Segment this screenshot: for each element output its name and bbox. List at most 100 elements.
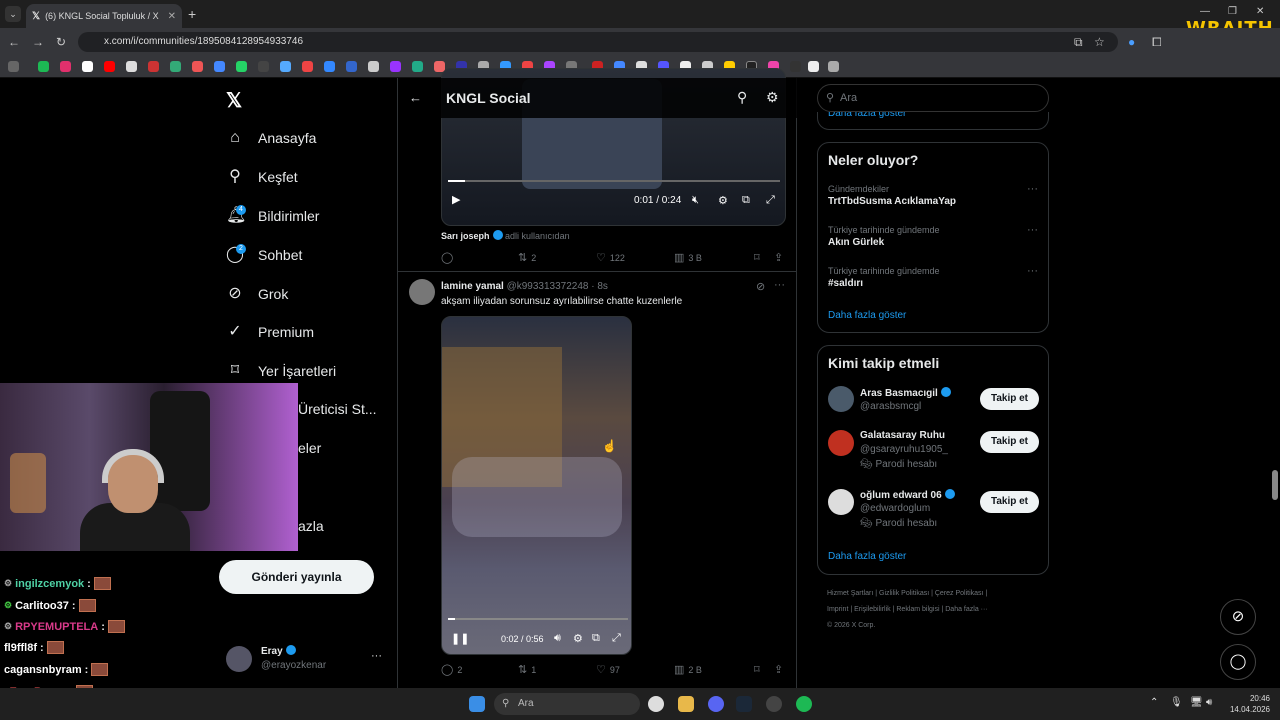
views-button[interactable]: ▥ 3 B [674, 251, 702, 264]
bookmark-post-button[interactable]: ⌑ [754, 663, 760, 676]
footer-line[interactable]: Hizmet Şartları | Gizlilik Politikası | … [827, 586, 1047, 602]
grok-icon[interactable]: ⊘ [756, 280, 765, 293]
nav-item-grok[interactable]: ⊘ Grok [226, 285, 288, 303]
browser-tab[interactable]: 𝕏 (6) KNGL Social Topluluk / X ✕ [26, 4, 182, 28]
post-button[interactable]: Gönderi yayınla [219, 560, 374, 594]
bookmark-icon-3[interactable] [82, 61, 93, 72]
suggested-user-name[interactable]: Galatasaray Ruhu [860, 430, 945, 441]
video-progress-bar[interactable] [448, 618, 628, 620]
bookmark-icon-7[interactable] [170, 61, 181, 72]
bookmark-icon-11[interactable] [258, 61, 269, 72]
more-icon[interactable]: ··· [774, 279, 785, 291]
video-player[interactable]: ☝ ❚❚ 0:02 / 0:56 🔊︎ ⚙ ⧉ ⤢ [441, 316, 632, 655]
bookmark-icon-9[interactable] [214, 61, 225, 72]
install-app-icon[interactable]: ⧉ [1074, 35, 1083, 50]
follow-button[interactable]: Takip et [980, 388, 1039, 410]
bookmark-star-icon[interactable]: ☆ [1094, 35, 1105, 49]
repost-button[interactable]: ⇅ 2 [518, 251, 536, 264]
repost-button[interactable]: ⇅ 1 [518, 663, 536, 676]
microphone-icon[interactable]: 🎙︎ [1170, 697, 1183, 708]
share-button[interactable]: ⇪ [774, 251, 783, 264]
nav-item-home[interactable]: ⌂ Anasayfa [226, 129, 316, 147]
bookmark-icon-12[interactable] [280, 61, 291, 72]
like-button[interactable]: ♡ 97 [596, 663, 620, 676]
bookmark-icon-37[interactable] [828, 61, 839, 72]
apps-grid-icon[interactable] [8, 61, 19, 72]
views-button[interactable]: ▥ 2 B [674, 663, 702, 676]
tray-chevron-icon[interactable]: ⌃ [1150, 697, 1158, 708]
gear-icon[interactable]: ⚙ [766, 89, 779, 106]
nav-item-creator-studio[interactable]: Üreticisi St... [298, 401, 377, 417]
url-field[interactable]: x.com/i/communities/1895084128954933746 [78, 32, 1118, 52]
discord-icon[interactable] [708, 696, 724, 712]
bookmark-icon-10[interactable] [236, 61, 247, 72]
bookmark-icon-13[interactable] [302, 61, 313, 72]
show-more-link[interactable]: Daha fazla göster [828, 310, 906, 321]
bookmark-post-button[interactable]: ⌑ [754, 251, 760, 264]
trend-name[interactable]: #saldırı [828, 278, 863, 289]
bookmark-icon-4[interactable] [104, 61, 115, 72]
share-button[interactable]: ⇪ [774, 663, 783, 676]
close-window-icon[interactable]: ✕ [1256, 6, 1264, 17]
more-icon[interactable]: ··· [371, 650, 382, 662]
search-icon[interactable]: ⚲ [737, 89, 747, 106]
follow-button[interactable]: Takip et [980, 431, 1039, 453]
pause-icon[interactable]: ❚❚ [451, 632, 469, 645]
bookmark-icon-8[interactable] [192, 61, 203, 72]
x-logo-icon[interactable]: 𝕏 [226, 88, 242, 113]
account-switcher[interactable]: Eray @erayozkenar ··· [226, 644, 386, 674]
page-scrollbar[interactable] [1272, 470, 1278, 500]
more-icon[interactable]: ··· [1027, 224, 1038, 236]
windows-start-icon[interactable] [469, 696, 485, 712]
suggested-user-name[interactable]: oğlum edward 06 [860, 489, 955, 501]
mute-icon[interactable]: 🔇︎ [692, 194, 699, 207]
show-more-link[interactable]: Daha fazla göster [828, 551, 906, 562]
bookmark-icon-2[interactable] [60, 61, 71, 72]
grok-fab-icon[interactable]: ⊘ [1220, 599, 1256, 635]
nav-item-premium[interactable]: ✓ Premium [226, 323, 314, 341]
extension-icon[interactable]: ● [1128, 35, 1135, 49]
forward-icon[interactable]: → [32, 35, 44, 49]
new-tab-button[interactable]: + [188, 6, 196, 22]
bookmark-icon-16[interactable] [368, 61, 379, 72]
close-tab-icon[interactable]: ✕ [168, 11, 176, 22]
spotify-icon[interactable] [796, 696, 812, 712]
avatar[interactable] [828, 489, 854, 515]
more-icon[interactable]: ··· [1027, 265, 1038, 277]
avatar[interactable] [409, 279, 435, 305]
bookmark-icon-6[interactable] [148, 61, 159, 72]
maximize-icon[interactable]: ❐ [1228, 6, 1237, 17]
fullscreen-icon[interactable]: ⤢ [766, 194, 775, 207]
chrome-icon[interactable] [648, 696, 664, 712]
footer-line[interactable]: Imprint | Erişilebilirlik | Reklam bilgi… [827, 602, 1047, 618]
messages-fab-icon[interactable]: ◯ [1220, 644, 1256, 680]
reply-button[interactable]: ◯ [441, 251, 457, 264]
volume-icon[interactable]: 🔊︎ [1206, 697, 1212, 708]
nav-item-bookmarks[interactable]: ⌑ Yer İşaretleri [226, 362, 336, 380]
trend-name[interactable]: Akın Gürlek [828, 237, 884, 248]
suggested-user-name[interactable]: Aras Basmacıgil [860, 387, 951, 399]
nav-item-explore[interactable]: ⚲ Keşfet [226, 168, 298, 186]
reload-icon[interactable]: ↻ [56, 35, 66, 49]
trend-name[interactable]: TrtTbdSusma AcıklamaYap [828, 196, 956, 207]
app-icon[interactable] [766, 696, 782, 712]
pip-icon[interactable]: ⧉ [742, 194, 750, 207]
settings-icon[interactable]: ⚙ [573, 632, 583, 645]
bookmark-icon-36[interactable] [808, 61, 819, 72]
network-icon[interactable]: 🖥︎ [1190, 697, 1203, 708]
video-progress-bar[interactable] [448, 180, 780, 182]
extensions-puzzle-icon[interactable]: ⧠ [1152, 35, 1162, 50]
bookmark-icon-5[interactable] [126, 61, 137, 72]
avatar[interactable] [828, 386, 854, 412]
bookmark-icon-17[interactable] [390, 61, 401, 72]
back-arrow-icon[interactable]: ← [409, 90, 422, 105]
volume-icon[interactable]: 🔊︎ [554, 632, 561, 645]
bookmark-icon-35[interactable] [790, 61, 801, 72]
steam-icon[interactable] [736, 696, 752, 712]
tab-search-button[interactable]: ⌄ [5, 6, 21, 22]
avatar[interactable] [828, 430, 854, 456]
system-clock[interactable]: 20:46 14.04.2026 [1230, 693, 1270, 715]
post-author[interactable]: lamine yamal @k993313372248 · 8s [441, 281, 608, 292]
minimize-icon[interactable]: — [1200, 6, 1210, 17]
video-credit[interactable]: Sarı joseph adli kullanıcıdan [441, 230, 570, 241]
